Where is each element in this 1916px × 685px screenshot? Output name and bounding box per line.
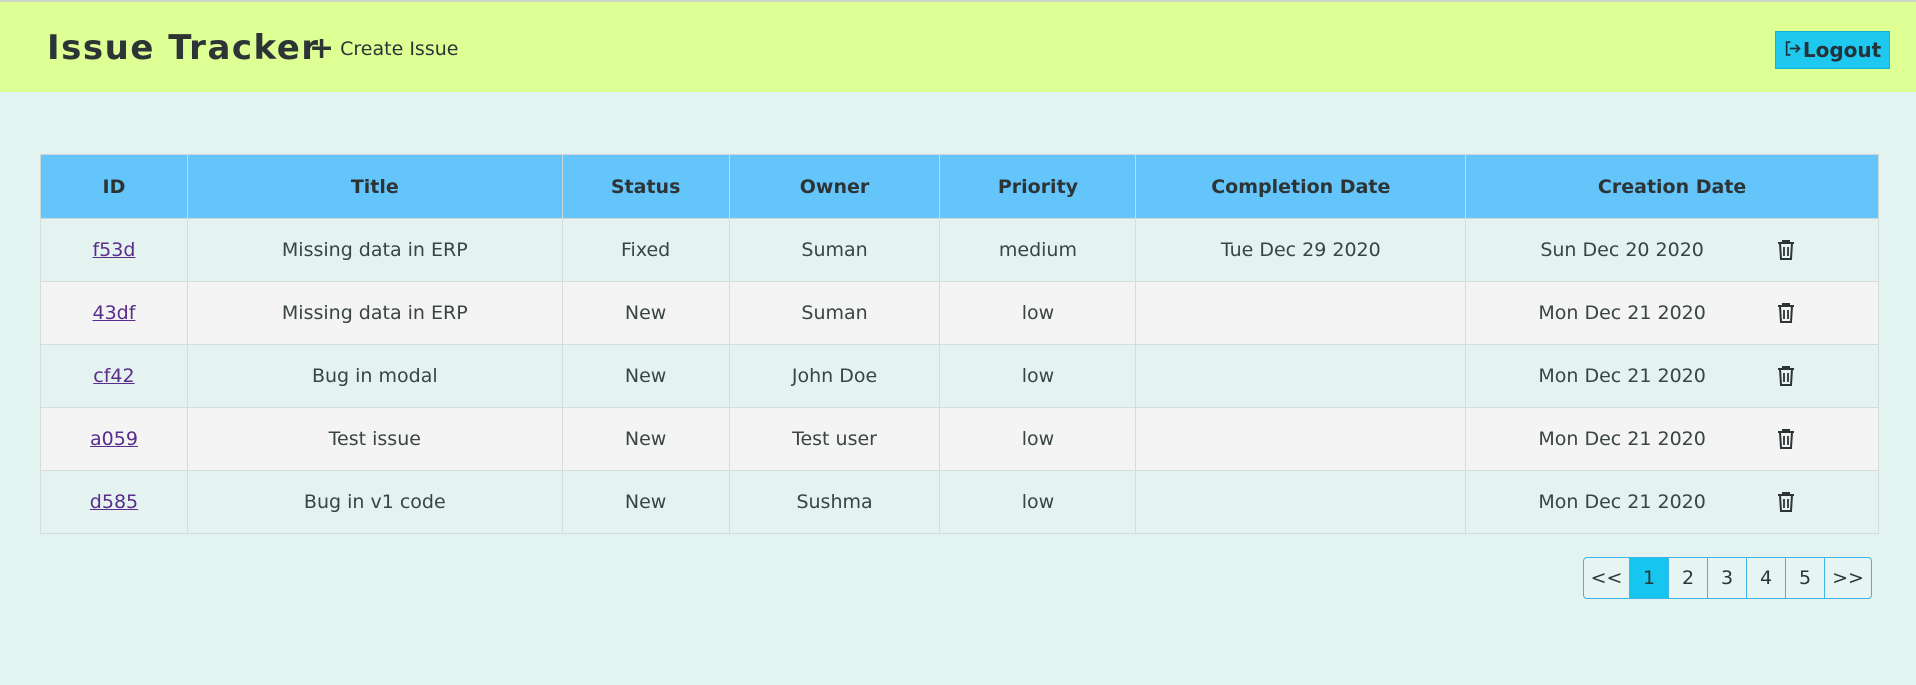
creation-date-text: Mon Dec 21 2020 [1538,428,1706,450]
creation-date-text: Mon Dec 21 2020 [1538,302,1706,324]
creation-date-text: Mon Dec 21 2020 [1538,491,1706,513]
table-header-row: ID Title Status Owner Priority Completio… [40,154,1879,219]
column-header-completion-date[interactable]: Completion Date [1135,154,1467,219]
column-header-owner[interactable]: Owner [728,154,941,219]
creation-date-cell: Mon Dec 21 2020 [1465,470,1879,534]
title-cell: Missing data in ERP [186,281,563,345]
issues-table: ID Title Status Owner Priority Completio… [40,154,1879,534]
logout-label: Logout [1802,38,1882,62]
status-cell: New [561,281,730,345]
pagination-page-3[interactable]: 3 [1708,558,1747,598]
issue-id-link[interactable]: 43df [92,302,135,324]
title-cell: Test issue [186,407,563,471]
app-title[interactable]: Issue Tracker [47,28,320,68]
logout-button[interactable]: Logout [1775,31,1890,69]
column-header-creation-date[interactable]: Creation Date [1465,154,1879,219]
trash-icon[interactable] [1776,428,1796,450]
id-cell: f53d [40,218,188,282]
completion-date-cell [1135,281,1467,345]
column-header-id[interactable]: ID [40,154,188,219]
owner-cell: Test user [728,407,941,471]
pagination-prev-button[interactable]: << [1584,558,1630,598]
issue-id-link[interactable]: cf42 [93,365,134,387]
table-row: 43df Missing data in ERP New Suman low M… [40,281,1879,345]
issue-id-link[interactable]: a059 [90,428,138,450]
id-cell: a059 [40,407,188,471]
status-cell: New [561,470,730,534]
pagination-page-5[interactable]: 5 [1786,558,1825,598]
create-issue-link[interactable]: + Create Issue [309,31,459,66]
title-cell: Bug in modal [186,344,563,408]
creation-date-cell: Mon Dec 21 2020 [1465,281,1879,345]
pagination-page-4[interactable]: 4 [1747,558,1786,598]
column-header-priority[interactable]: Priority [939,154,1137,219]
priority-cell: low [939,344,1137,408]
completion-date-cell [1135,470,1467,534]
id-cell: cf42 [40,344,188,408]
trash-icon[interactable] [1776,239,1796,261]
owner-cell: Suman [728,218,941,282]
table-row: a059 Test issue New Test user low Mon De… [40,407,1879,471]
priority-cell: medium [939,218,1137,282]
column-header-title[interactable]: Title [186,154,563,219]
creation-date-cell: Sun Dec 20 2020 [1465,218,1879,282]
title-cell: Bug in v1 code [186,470,563,534]
logout-icon [1784,38,1801,62]
status-cell: Fixed [561,218,730,282]
creation-date-cell: Mon Dec 21 2020 [1465,344,1879,408]
creation-date-text: Mon Dec 21 2020 [1538,365,1706,387]
column-header-status[interactable]: Status [561,154,730,219]
completion-date-cell [1135,344,1467,408]
owner-cell: Suman [728,281,941,345]
pagination: << 1 2 3 4 5 >> [1583,557,1872,599]
create-issue-label: Create Issue [340,38,459,60]
trash-icon[interactable] [1776,365,1796,387]
priority-cell: low [939,407,1137,471]
trash-icon[interactable] [1776,491,1796,513]
priority-cell: low [939,470,1137,534]
table-row: d585 Bug in v1 code New Sushma low Mon D… [40,470,1879,534]
creation-date-cell: Mon Dec 21 2020 [1465,407,1879,471]
pagination-page-1[interactable]: 1 [1630,558,1669,598]
id-cell: d585 [40,470,188,534]
completion-date-cell: Tue Dec 29 2020 [1135,218,1467,282]
trash-icon[interactable] [1776,302,1796,324]
pagination-page-2[interactable]: 2 [1669,558,1708,598]
title-cell: Missing data in ERP [186,218,563,282]
creation-date-text: Sun Dec 20 2020 [1540,239,1704,261]
owner-cell: Sushma [728,470,941,534]
status-cell: New [561,344,730,408]
pagination-next-button[interactable]: >> [1825,558,1871,598]
priority-cell: low [939,281,1137,345]
table-row: cf42 Bug in modal New John Doe low Mon D… [40,344,1879,408]
plus-icon: + [309,31,335,66]
top-navbar: Issue Tracker + Create Issue Logout [0,0,1916,92]
table-row: f53d Missing data in ERP Fixed Suman med… [40,218,1879,282]
issue-id-link[interactable]: f53d [92,239,135,261]
status-cell: New [561,407,730,471]
completion-date-cell [1135,407,1467,471]
id-cell: 43df [40,281,188,345]
owner-cell: John Doe [728,344,941,408]
issue-id-link[interactable]: d585 [90,491,138,513]
